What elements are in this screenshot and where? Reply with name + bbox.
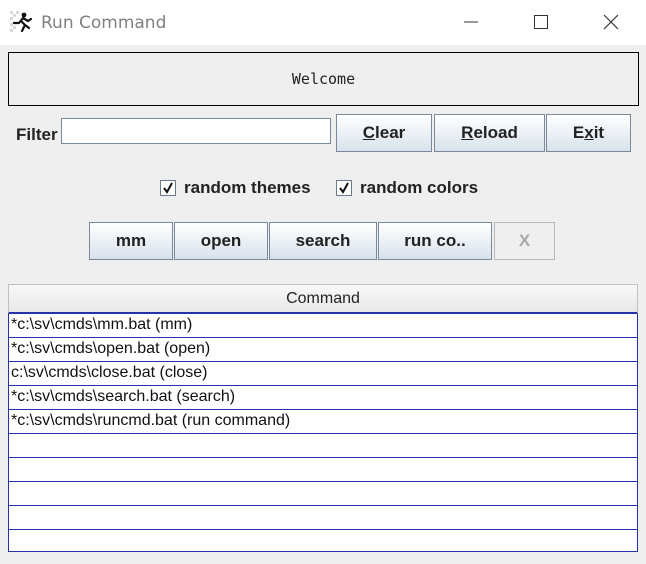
welcome-text: Welcome — [291, 70, 356, 88]
close-icon — [603, 14, 619, 30]
filter-input[interactable] — [61, 118, 331, 144]
close-button[interactable] — [588, 0, 634, 45]
minimize-button[interactable] — [448, 0, 494, 45]
window-title: Run Command — [41, 13, 167, 33]
reload-label: eload — [473, 123, 518, 142]
table-row[interactable]: *c:\sv\cmds\mm.bat (mm) — [9, 314, 637, 338]
random-colors-box[interactable] — [336, 180, 352, 196]
column-header-label: Command — [286, 289, 360, 307]
maximize-button[interactable] — [518, 0, 564, 45]
reload-mnemonic: R — [461, 123, 474, 142]
x-button: X — [494, 222, 555, 260]
table-row[interactable] — [9, 434, 637, 458]
table-row[interactable] — [9, 530, 637, 554]
random-colors-label: random colors — [360, 178, 479, 197]
minimize-icon — [464, 21, 478, 23]
run-command-button[interactable]: run co.. — [378, 222, 492, 260]
column-header-command[interactable]: Command — [8, 284, 638, 314]
maximize-icon — [534, 15, 548, 29]
checkmark-icon — [163, 182, 173, 194]
mm-button[interactable]: mm — [89, 222, 173, 260]
clear-button[interactable]: Clear — [336, 114, 432, 152]
search-button[interactable]: search — [269, 222, 377, 260]
table-row[interactable] — [9, 458, 637, 482]
exit-button[interactable]: Ex it — [546, 114, 631, 152]
reload-button[interactable]: Reload — [434, 114, 545, 152]
table-row[interactable] — [9, 506, 637, 530]
table-row[interactable]: *c:\sv\cmds\open.bat (open) — [9, 338, 637, 362]
clear-label: lear — [375, 123, 406, 142]
exit-label-start: E — [572, 123, 585, 142]
random-themes-checkbox[interactable]: random themes — [160, 178, 311, 198]
random-colors-checkbox[interactable]: random colors — [336, 178, 478, 198]
random-themes-label: random themes — [184, 178, 311, 197]
command-table: Command *c:\sv\cmds\mm.bat (mm) *c:\sv\c… — [8, 284, 638, 552]
table-row[interactable]: *c:\sv\cmds\runcmd.bat (run command) — [9, 410, 637, 434]
random-themes-box[interactable] — [160, 180, 176, 196]
table-body: *c:\sv\cmds\mm.bat (mm) *c:\sv\cmds\open… — [8, 314, 638, 552]
filter-label: Filter — [16, 125, 58, 144]
table-row[interactable]: c:\sv\cmds\close.bat (close) — [9, 362, 637, 386]
table-row[interactable] — [9, 482, 637, 506]
open-button[interactable]: open — [174, 222, 268, 260]
welcome-banner: Welcome — [8, 52, 639, 106]
table-row[interactable]: *c:\sv\cmds\search.bat (search) — [9, 386, 637, 410]
clear-mnemonic: C — [362, 123, 376, 142]
running-man-icon — [10, 11, 33, 33]
exit-label-end: it — [593, 123, 605, 142]
checkmark-icon — [339, 182, 349, 194]
title-bar: Run Command — [0, 0, 646, 45]
exit-mnemonic: x — [584, 123, 594, 142]
